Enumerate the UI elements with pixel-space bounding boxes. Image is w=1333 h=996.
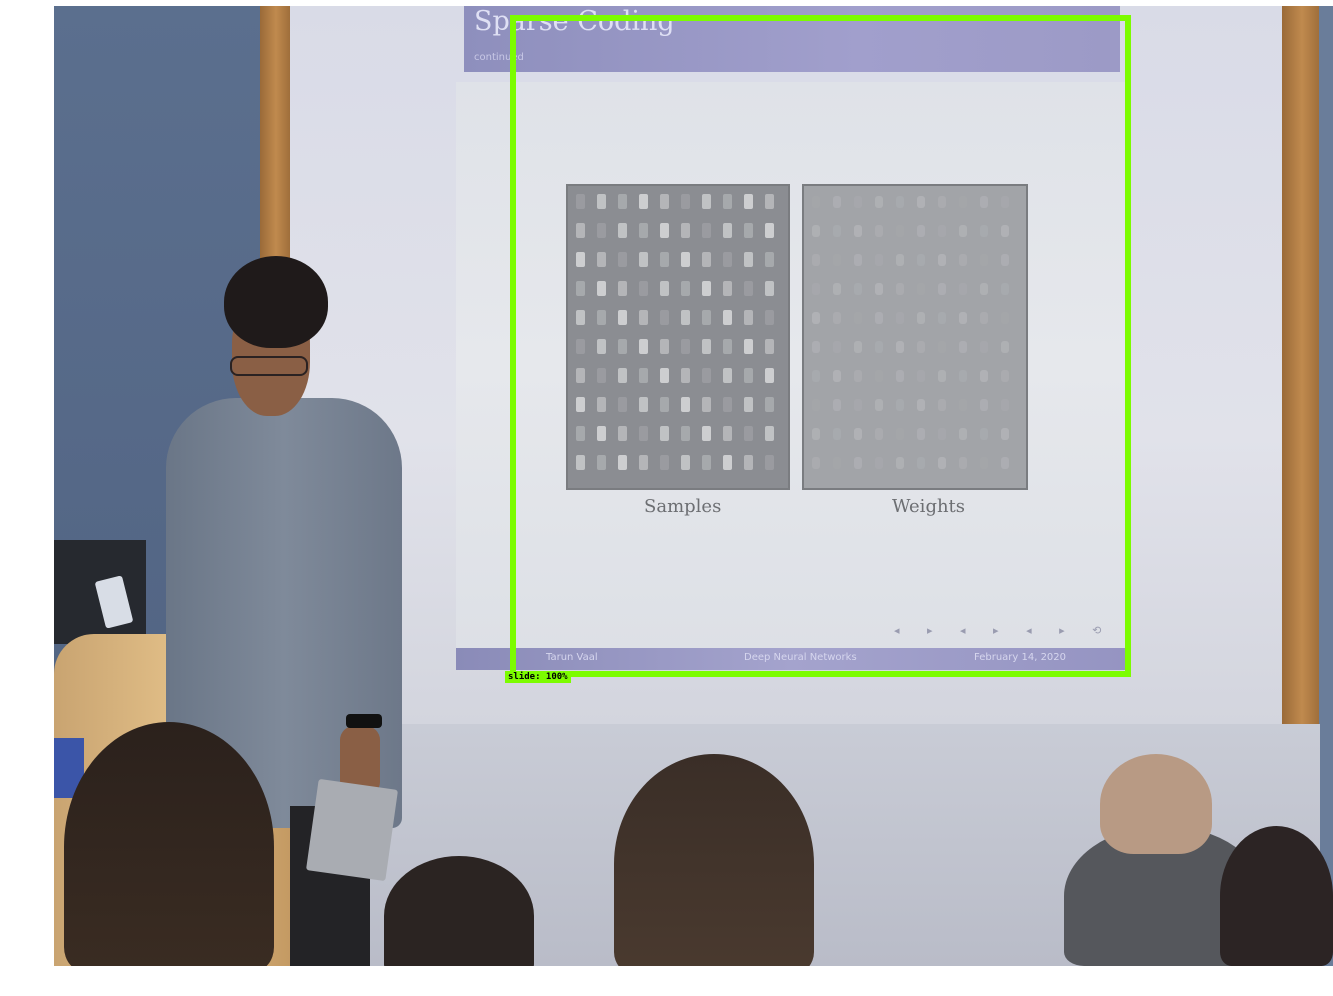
right-wall [1319,6,1333,966]
audience-head-center-left [384,856,534,966]
audience-head-center [614,754,814,966]
presenter-glasses [230,356,308,376]
presenter-watch [346,714,382,728]
slide-detection-label: slide: 100% [505,671,571,683]
right-wood-frame [1282,6,1322,786]
audience-cap [1100,754,1212,854]
notebook [305,778,399,882]
presenter-hair [224,256,328,348]
audience-head-left [64,722,274,966]
audience-head-right [1220,826,1333,966]
lecture-photo: Sparse Coding continued Samples Weights … [54,6,1333,966]
slide-detection-box [510,15,1131,677]
